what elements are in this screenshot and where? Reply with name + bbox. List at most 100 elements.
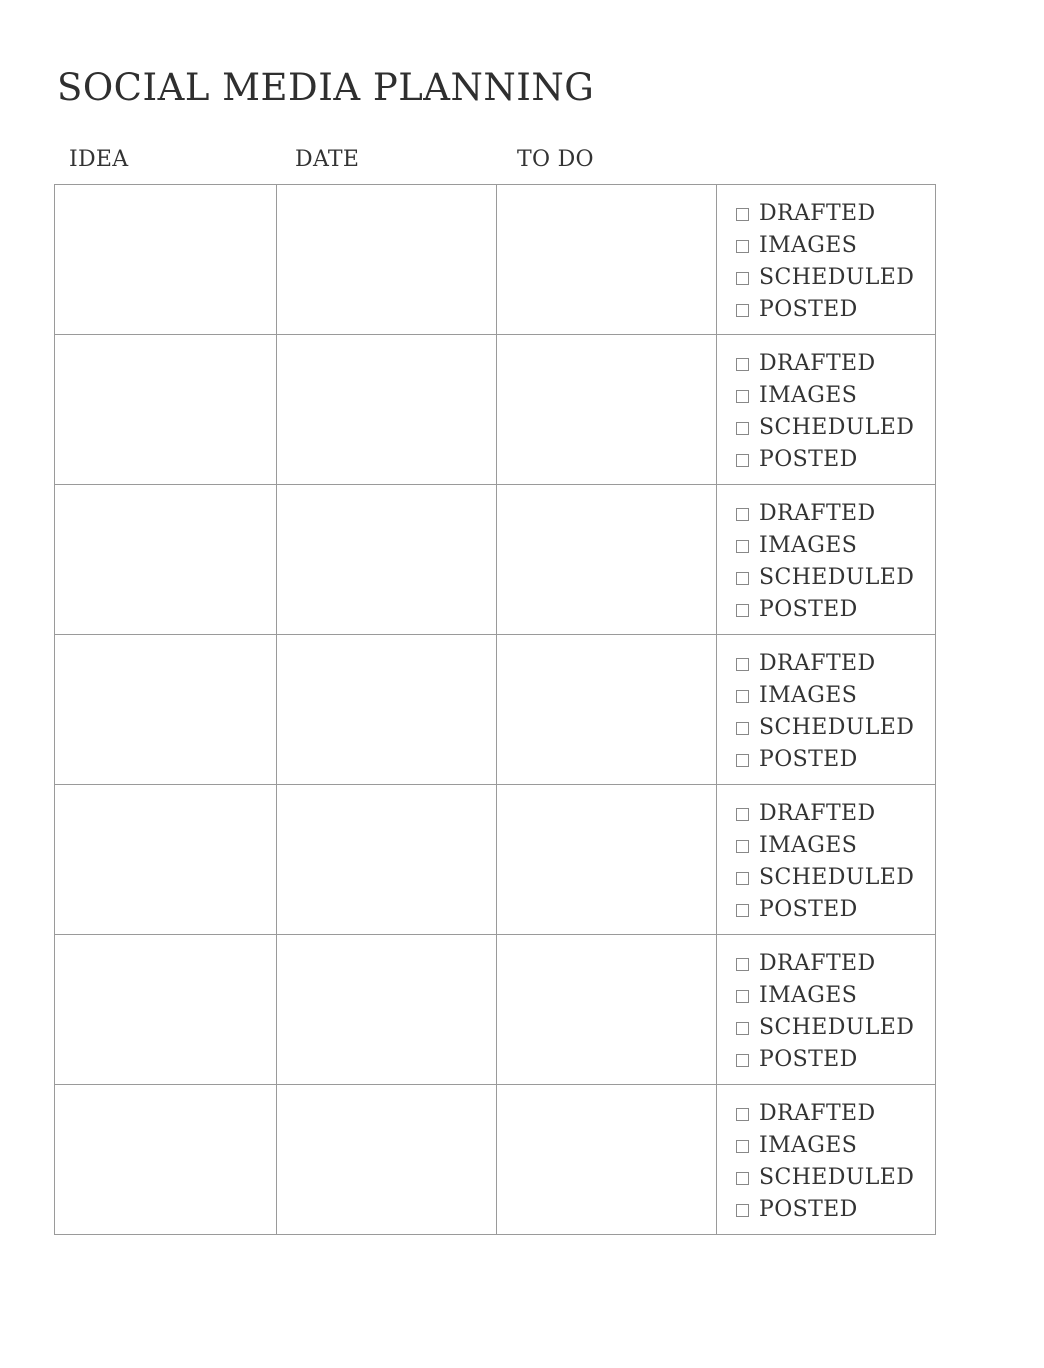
checklist-item-posted[interactable]: POSTED: [736, 294, 914, 326]
todo-cell[interactable]: [497, 635, 717, 784]
status-checklist: DRAFTED IMAGES SCHEDULED POSTED: [736, 948, 914, 1076]
checklist-item-posted[interactable]: POSTED: [736, 1194, 914, 1226]
checkbox-scheduled[interactable]: [736, 871, 749, 885]
checklist-item-scheduled[interactable]: SCHEDULED: [736, 562, 914, 594]
checklist-item-scheduled[interactable]: SCHEDULED: [736, 412, 914, 444]
checkbox-scheduled[interactable]: [736, 1021, 749, 1035]
checklist-label: SCHEDULED: [759, 1165, 915, 1190]
checkbox-images[interactable]: [736, 989, 749, 1003]
checkbox-posted[interactable]: [736, 903, 749, 917]
checklist-label: IMAGES: [759, 533, 858, 558]
idea-cell[interactable]: [55, 185, 277, 334]
idea-cell[interactable]: [55, 935, 277, 1084]
date-cell[interactable]: [277, 335, 497, 484]
checkbox-drafted[interactable]: [736, 657, 749, 671]
idea-cell[interactable]: [55, 335, 277, 484]
checklist-item-images[interactable]: IMAGES: [736, 530, 914, 562]
todo-cell[interactable]: [497, 185, 717, 334]
checklist-item-drafted[interactable]: DRAFTED: [736, 798, 914, 830]
checklist-label: DRAFTED: [759, 501, 876, 526]
checkbox-scheduled[interactable]: [736, 271, 749, 285]
date-cell[interactable]: [277, 485, 497, 634]
checkbox-images[interactable]: [736, 389, 749, 403]
checkbox-posted[interactable]: [736, 1053, 749, 1067]
checklist-item-drafted[interactable]: DRAFTED: [736, 648, 914, 680]
checkbox-drafted[interactable]: [736, 957, 749, 971]
status-cell: DRAFTED IMAGES SCHEDULED POSTED: [717, 935, 935, 1084]
checklist-item-posted[interactable]: POSTED: [736, 894, 914, 926]
idea-cell[interactable]: [55, 485, 277, 634]
table-row: DRAFTED IMAGES SCHEDULED POSTED: [55, 785, 935, 935]
checklist-item-images[interactable]: IMAGES: [736, 980, 914, 1012]
checklist-label: DRAFTED: [759, 201, 876, 226]
checkbox-drafted[interactable]: [736, 1107, 749, 1121]
checkbox-drafted[interactable]: [736, 357, 749, 371]
date-cell[interactable]: [277, 1085, 497, 1235]
checkbox-scheduled[interactable]: [736, 721, 749, 735]
checklist-label: SCHEDULED: [759, 715, 915, 740]
status-cell: DRAFTED IMAGES SCHEDULED POSTED: [717, 785, 935, 934]
todo-cell[interactable]: [497, 335, 717, 484]
checklist-item-scheduled[interactable]: SCHEDULED: [736, 862, 914, 894]
table-row: DRAFTED IMAGES SCHEDULED POSTED: [55, 185, 935, 335]
checklist-item-scheduled[interactable]: SCHEDULED: [736, 1162, 914, 1194]
checklist-item-images[interactable]: IMAGES: [736, 380, 914, 412]
checklist-item-drafted[interactable]: DRAFTED: [736, 498, 914, 530]
checkbox-drafted[interactable]: [736, 207, 749, 221]
checkbox-posted[interactable]: [736, 453, 749, 467]
checklist-item-images[interactable]: IMAGES: [736, 1130, 914, 1162]
checkbox-posted[interactable]: [736, 303, 749, 317]
status-cell: DRAFTED IMAGES SCHEDULED POSTED: [717, 485, 935, 634]
checklist-label: IMAGES: [759, 983, 858, 1008]
column-header-date: DATE: [295, 147, 360, 172]
status-checklist: DRAFTED IMAGES SCHEDULED POSTED: [736, 348, 914, 476]
checklist-item-images[interactable]: IMAGES: [736, 830, 914, 862]
checkbox-drafted[interactable]: [736, 807, 749, 821]
status-cell: DRAFTED IMAGES SCHEDULED POSTED: [717, 1085, 935, 1235]
todo-cell[interactable]: [497, 785, 717, 934]
todo-cell[interactable]: [497, 485, 717, 634]
checklist-label: POSTED: [759, 1047, 858, 1072]
checklist-item-posted[interactable]: POSTED: [736, 594, 914, 626]
idea-cell[interactable]: [55, 1085, 277, 1235]
idea-cell[interactable]: [55, 785, 277, 934]
idea-cell[interactable]: [55, 635, 277, 784]
date-cell[interactable]: [277, 635, 497, 784]
checklist-item-images[interactable]: IMAGES: [736, 680, 914, 712]
checkbox-images[interactable]: [736, 539, 749, 553]
checkbox-drafted[interactable]: [736, 507, 749, 521]
page-title: SOCIAL MEDIA PLANNING: [57, 66, 595, 109]
checklist-label: IMAGES: [759, 1133, 858, 1158]
checklist-label: SCHEDULED: [759, 1015, 915, 1040]
checkbox-posted[interactable]: [736, 753, 749, 767]
checklist-item-scheduled[interactable]: SCHEDULED: [736, 712, 914, 744]
date-cell[interactable]: [277, 185, 497, 334]
checkbox-scheduled[interactable]: [736, 1171, 749, 1185]
status-checklist: DRAFTED IMAGES SCHEDULED POSTED: [736, 1098, 914, 1226]
checklist-item-drafted[interactable]: DRAFTED: [736, 1098, 914, 1130]
checkbox-scheduled[interactable]: [736, 571, 749, 585]
checklist-label: IMAGES: [759, 383, 858, 408]
checkbox-images[interactable]: [736, 1139, 749, 1153]
checklist-label: POSTED: [759, 897, 858, 922]
checkbox-images[interactable]: [736, 239, 749, 253]
checklist-item-posted[interactable]: POSTED: [736, 744, 914, 776]
date-cell[interactable]: [277, 935, 497, 1084]
checkbox-images[interactable]: [736, 689, 749, 703]
checklist-item-posted[interactable]: POSTED: [736, 1044, 914, 1076]
checklist-item-drafted[interactable]: DRAFTED: [736, 198, 914, 230]
checklist-item-drafted[interactable]: DRAFTED: [736, 948, 914, 980]
todo-cell[interactable]: [497, 935, 717, 1084]
checkbox-posted[interactable]: [736, 603, 749, 617]
todo-cell[interactable]: [497, 1085, 717, 1235]
checklist-item-images[interactable]: IMAGES: [736, 230, 914, 262]
checkbox-posted[interactable]: [736, 1203, 749, 1217]
checklist-item-scheduled[interactable]: SCHEDULED: [736, 262, 914, 294]
checkbox-images[interactable]: [736, 839, 749, 853]
checklist-item-drafted[interactable]: DRAFTED: [736, 348, 914, 380]
checklist-item-scheduled[interactable]: SCHEDULED: [736, 1012, 914, 1044]
checklist-item-posted[interactable]: POSTED: [736, 444, 914, 476]
checkbox-scheduled[interactable]: [736, 421, 749, 435]
date-cell[interactable]: [277, 785, 497, 934]
checklist-label: DRAFTED: [759, 651, 876, 676]
